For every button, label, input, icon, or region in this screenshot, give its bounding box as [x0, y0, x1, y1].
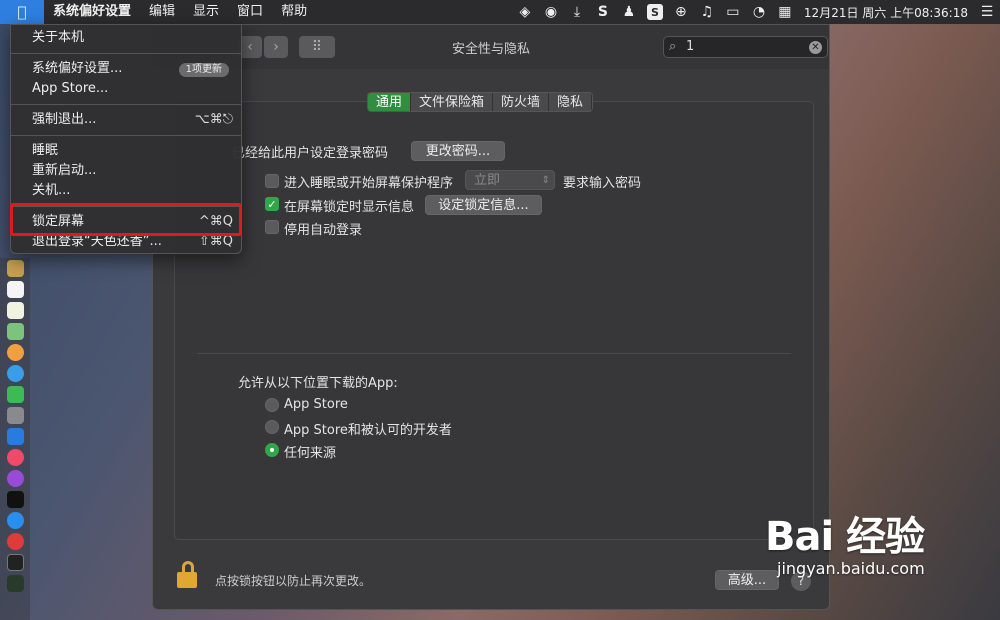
download-icon[interactable]: ⤓ — [564, 0, 590, 24]
menu-separator — [11, 135, 241, 136]
menu-logout-label: 退出登录“天色还香”... — [32, 234, 162, 249]
security-privacy-window: ‹ › ⠿ 安全性与隐私 ⌕ 1 ✕ 通用 文件保险箱 防火墙 隐私 已经给此用… — [152, 24, 830, 610]
s-box-icon[interactable]: S — [642, 0, 668, 24]
require-password-suffix: 要求输入密码 — [563, 176, 642, 191]
calendar-icon[interactable]: ▦ — [772, 0, 798, 24]
menu-system-preferences[interactable]: 系统偏好设置... 1项更新 — [11, 59, 241, 79]
tv-icon[interactable] — [6, 491, 24, 508]
lock-body — [177, 572, 197, 588]
disable-autologin-label: 停用自动登录 — [284, 223, 363, 238]
menu-restart-label: 重新启动... — [32, 163, 97, 178]
menu-edit[interactable]: 编辑 — [140, 0, 184, 24]
radio-app-store-label: App Store — [284, 397, 348, 412]
red-highlight-box — [10, 203, 242, 236]
menu-app-store-label: App Store... — [32, 81, 109, 96]
set-lock-message-button[interactable]: 设定锁定信息... — [425, 195, 542, 215]
menu-separator — [11, 53, 241, 54]
section-divider — [197, 353, 791, 354]
reminders-icon[interactable] — [6, 302, 24, 319]
disable-autologin-checkbox[interactable] — [265, 220, 279, 234]
fox-icon[interactable]: ◈ — [512, 0, 538, 24]
window-titlebar: ‹ › ⠿ 安全性与隐私 ⌕ 1 ✕ — [153, 25, 829, 69]
watermark-brand: Bai 经验 — [765, 514, 925, 560]
time-machine-icon[interactable]: ◔ — [746, 0, 772, 24]
menu-sleep-label: 睡眠 — [32, 143, 59, 158]
tab-privacy[interactable]: 隐私 — [549, 93, 593, 111]
radio-anywhere[interactable] — [265, 443, 279, 457]
clear-search-icon[interactable]: ✕ — [809, 41, 822, 54]
menu-separator — [11, 104, 241, 105]
tab-firewall[interactable]: 防火墙 — [493, 93, 550, 111]
terminal-icon[interactable] — [6, 554, 24, 571]
search-value: 1 — [686, 39, 695, 54]
activity-monitor-icon[interactable] — [6, 575, 24, 592]
globe-icon[interactable]: ⊕ — [668, 0, 694, 24]
radio-identified-developers-label: App Store和被认可的开发者 — [284, 423, 452, 438]
menu-force-quit[interactable]: 强制退出... ⌥⌘⎋ — [11, 110, 241, 130]
menu-about[interactable]: 关于本机 — [11, 28, 241, 48]
force-quit-shortcut: ⌥⌘⎋ — [194, 112, 233, 127]
radio-app-store[interactable] — [265, 398, 279, 412]
notes-icon[interactable] — [6, 260, 24, 277]
search-input[interactable]: ⌕ 1 ✕ — [663, 36, 828, 58]
unlocked-padlock-icon[interactable] — [177, 561, 199, 591]
menu-shutdown-label: 关机... — [32, 183, 71, 198]
change-password-button[interactable]: 更改密码... — [411, 141, 505, 161]
menu-system-prefs[interactable]: 系统偏好设置 — [44, 0, 140, 24]
wechat-icon[interactable] — [6, 386, 24, 403]
update-badge: 1项更新 — [178, 63, 229, 77]
menu-restart[interactable]: 重新启动... — [11, 161, 241, 181]
menu-shutdown[interactable]: 关机... — [11, 181, 241, 201]
menubar:  系统偏好设置 编辑 显示 窗口 帮助 ◈ ◉ ⤓ S ♟ S ⊕ ♫ ▭ ◔… — [0, 0, 1000, 24]
search-icon: ⌕ — [669, 39, 677, 54]
messages-icon[interactable] — [6, 365, 24, 382]
tab-general[interactable]: 通用 — [368, 93, 412, 111]
menu-view[interactable]: 显示 — [184, 0, 228, 24]
dock — [0, 258, 30, 620]
radio-identified-developers[interactable] — [265, 420, 279, 434]
menu-app-store[interactable]: App Store... — [11, 79, 241, 99]
maps-icon[interactable] — [6, 323, 24, 340]
s-app-icon[interactable]: S — [590, 0, 616, 24]
list-icon[interactable]: ☰ — [974, 0, 1000, 24]
general-panel: 已经给此用户设定登录密码 更改密码... 进入睡眠或开始屏幕保护程序 立即 ⇕ … — [174, 101, 814, 540]
baidu-watermark: Bai 经验 jingyan.baidu.com — [765, 515, 925, 578]
photos-icon[interactable] — [6, 344, 24, 361]
vivaldi-icon[interactable] — [6, 533, 24, 550]
music-dock-icon[interactable] — [6, 449, 24, 466]
music-icon[interactable]: ♫ — [694, 0, 720, 24]
watermark-url: jingyan.baidu.com — [777, 559, 925, 578]
require-password-select[interactable]: 立即 ⇕ — [465, 170, 555, 190]
allow-apps-label: 允许从以下位置下载的App: — [238, 376, 398, 391]
menu-about-label: 关于本机 — [32, 30, 85, 45]
require-password-label: 进入睡眠或开始屏幕保护程序 — [284, 176, 454, 191]
menu-help[interactable]: 帮助 — [272, 0, 316, 24]
menu-system-preferences-label: 系统偏好设置... — [32, 61, 123, 76]
calendar-dock-icon[interactable] — [6, 281, 24, 298]
tab-bar: 通用 文件保险箱 防火墙 隐私 — [367, 92, 594, 112]
lock-hint-text: 点按锁按钮以防止再次更改。 — [215, 574, 372, 588]
radio-anywhere-label: 任何来源 — [284, 446, 337, 461]
system-prefs-dock-icon[interactable] — [6, 407, 24, 424]
apple-menu-icon[interactable]:  — [0, 0, 44, 24]
require-password-checkbox[interactable] — [265, 174, 279, 188]
require-select-value: 立即 — [474, 173, 501, 188]
menu-sleep[interactable]: 睡眠 — [11, 141, 241, 161]
sync-icon[interactable]: ◉ — [538, 0, 564, 24]
menu-window[interactable]: 窗口 — [228, 0, 272, 24]
select-arrows-icon: ⇕ — [541, 175, 550, 186]
qq-icon[interactable]: ♟ — [616, 0, 642, 24]
keynote-icon[interactable] — [6, 428, 24, 445]
show-message-label: 在屏幕锁定时显示信息 — [284, 200, 415, 215]
menubar-clock[interactable]: 12月21日 周六 上午08:36:18 — [798, 4, 974, 21]
podcasts-icon[interactable] — [6, 470, 24, 487]
show-message-checkbox[interactable]: ✓ — [265, 197, 279, 211]
tab-filevault[interactable]: 文件保险箱 — [411, 93, 494, 111]
airplay-icon[interactable]: ▭ — [720, 0, 746, 24]
app-store-icon[interactable] — [6, 512, 24, 529]
password-set-label: 已经给此用户设定登录密码 — [232, 146, 389, 161]
menu-force-quit-label: 强制退出... — [32, 112, 97, 127]
